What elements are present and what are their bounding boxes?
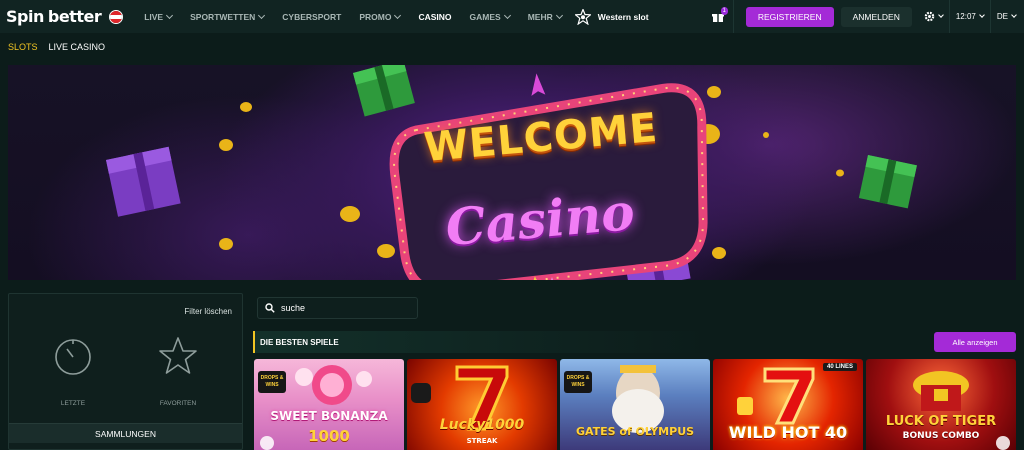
welcome-casino-banner[interactable]: WELCOME Casino bbox=[8, 65, 1016, 280]
top-navigation: Spin better LIVE SPORTWETTEN CYBERSPORT … bbox=[0, 0, 1024, 33]
nav-games[interactable]: GAMES bbox=[461, 0, 519, 33]
chevron-down-icon bbox=[555, 11, 563, 19]
game-title-number: 1000 bbox=[308, 427, 350, 445]
recent-label[interactable]: LETZTE bbox=[43, 400, 103, 407]
western-slot-label: Western slot bbox=[597, 11, 649, 22]
western-slot-link[interactable]: Western slot bbox=[574, 8, 649, 25]
gift-button[interactable]: 1 bbox=[704, 0, 734, 33]
game-title: WILD HOT 40 bbox=[728, 423, 848, 442]
chevron-down-icon bbox=[938, 12, 944, 18]
login-button[interactable]: ANMELDEN bbox=[840, 6, 912, 27]
gift-box-green-right bbox=[858, 155, 917, 209]
nav-mehr[interactable]: MEHR bbox=[519, 0, 571, 33]
chevron-right-icon[interactable] bbox=[996, 436, 1010, 450]
collections-button[interactable]: SAMMLUNGEN bbox=[9, 423, 242, 443]
gift-count-badge: 1 bbox=[720, 7, 728, 15]
chevron-down-icon bbox=[503, 11, 511, 19]
sheriff-star-icon bbox=[574, 8, 591, 25]
best-games-header: DIE BESTEN SPIELE bbox=[253, 331, 1016, 353]
game-tile-wild-hot-40[interactable]: 40 LINES WILD HOT 40 bbox=[713, 359, 863, 450]
tab-slots[interactable]: SLOTS bbox=[8, 42, 38, 52]
game-tile-sweet-bonanza[interactable]: DROPS & WINS SWEET BONANZA 1000 bbox=[254, 359, 404, 450]
game-subtitle: BONUS COMBO bbox=[902, 431, 980, 441]
chevron-left-icon[interactable] bbox=[260, 436, 274, 450]
search-input[interactable] bbox=[281, 303, 401, 313]
filter-clear-link[interactable]: Filter löschen bbox=[184, 307, 232, 316]
tab-live-casino[interactable]: LIVE CASINO bbox=[49, 42, 106, 52]
game-search[interactable] bbox=[257, 297, 418, 319]
nav-live[interactable]: LIVE bbox=[135, 0, 181, 33]
nav-casino[interactable]: CASINO bbox=[409, 0, 460, 33]
clock-display: 12:07 bbox=[950, 0, 991, 33]
stopwatch-icon[interactable] bbox=[53, 336, 93, 376]
star-icon[interactable] bbox=[158, 336, 198, 376]
chevron-down-icon bbox=[1011, 12, 1017, 18]
casino-subnav: SLOTS LIVE CASINO bbox=[8, 42, 105, 52]
game-title: LUCK OF TIGER bbox=[885, 414, 997, 429]
game-tile-luck-of-tiger[interactable]: LUCK OF TIGER BONUS COMBO bbox=[866, 359, 1016, 450]
filter-sidebar: Filter löschen LETZTE FAVORITEN SAMMLUNG… bbox=[8, 293, 243, 450]
nav-promo[interactable]: PROMO bbox=[350, 0, 409, 33]
game-title: GATES of OLYMPUS bbox=[575, 425, 695, 438]
gift-box-green-left bbox=[353, 65, 415, 117]
spinbetter-logo[interactable]: Spin better bbox=[6, 0, 124, 33]
games-row: DROPS & WINS SWEET BONANZA 1000 Lucky100… bbox=[254, 359, 1016, 450]
nav-cybersport[interactable]: CYBERSPORT bbox=[273, 0, 350, 33]
game-title: SWEET BONANZA bbox=[270, 409, 388, 423]
show-all-button[interactable]: Alle anzeigen bbox=[934, 332, 1016, 352]
game-title: Lucky1000 bbox=[439, 417, 525, 433]
game-tile-lucky-streak[interactable]: Lucky1000 STREAK bbox=[407, 359, 557, 450]
chevron-down-icon bbox=[258, 11, 266, 19]
language-selector[interactable]: DE bbox=[991, 0, 1024, 33]
austria-flag-icon[interactable] bbox=[109, 9, 124, 24]
search-icon bbox=[265, 303, 275, 313]
settings-dropdown[interactable] bbox=[924, 0, 950, 33]
game-tile-gates-of-olympus[interactable]: DROPS & WINS GATES of OLYMPUS bbox=[560, 359, 710, 450]
chevron-down-icon bbox=[979, 12, 985, 18]
register-button[interactable]: REGISTRIEREN bbox=[745, 6, 834, 27]
gear-icon bbox=[924, 11, 935, 22]
gift-box-purple-left bbox=[106, 146, 181, 217]
game-subtitle: STREAK bbox=[466, 437, 498, 445]
logo-better: better bbox=[47, 7, 102, 26]
chevron-down-icon bbox=[166, 11, 174, 19]
logo-spin: Spin bbox=[6, 7, 44, 26]
chevron-down-icon bbox=[394, 11, 402, 19]
section-title: DIE BESTEN SPIELE bbox=[260, 337, 339, 347]
nav-sportwetten[interactable]: SPORTWETTEN bbox=[181, 0, 273, 33]
favorites-label[interactable]: FAVORITEN bbox=[148, 400, 208, 407]
